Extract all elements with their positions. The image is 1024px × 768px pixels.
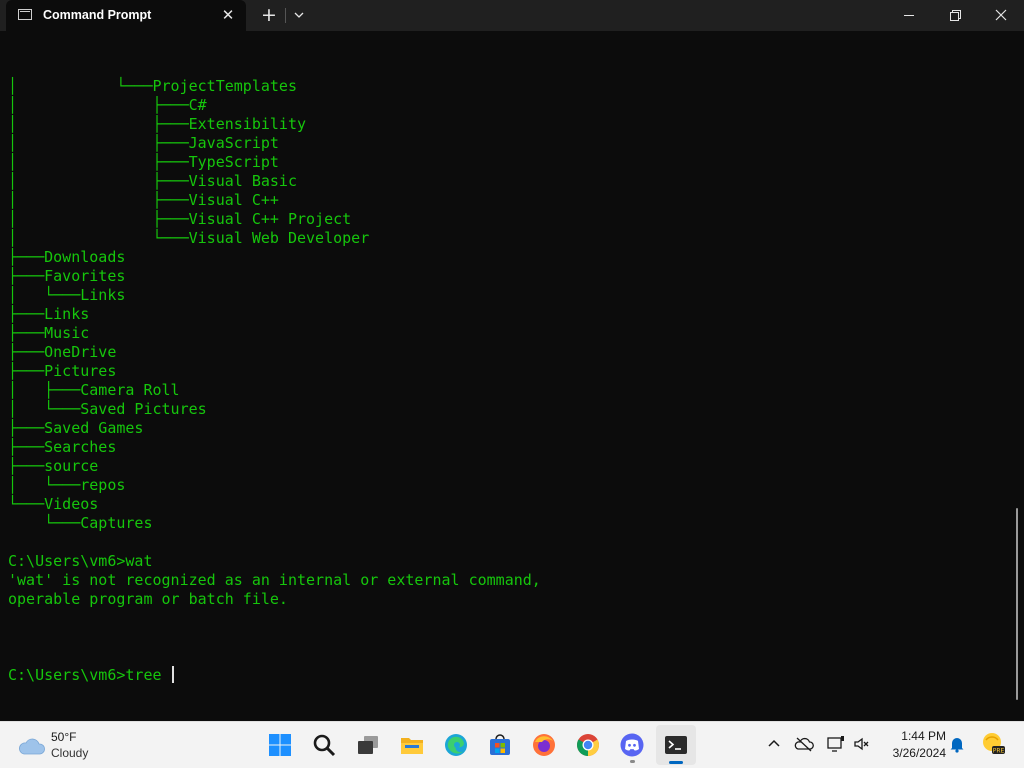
task-view-button[interactable] [348,725,388,765]
start-icon [269,734,291,756]
clock-time: 1:44 PM [901,729,946,743]
onedrive-icon[interactable] [794,734,814,754]
terminal-line: │ ├───Visual Basic [8,172,297,190]
maximize-button[interactable] [932,0,978,31]
tab-command-prompt[interactable]: Command Prompt ✕ [6,0,246,31]
minimize-button[interactable] [886,0,932,31]
weather-temperature: 50°F [51,730,77,744]
terminal-line: ├───Music [8,324,90,342]
chrome-icon [577,734,599,756]
terminal-line: operable program or batch file. [8,590,288,608]
new-tab-button[interactable]: + [258,4,280,26]
terminal-button[interactable] [656,725,696,765]
clock-date: 3/26/2024 [892,746,946,760]
edge-icon [445,734,467,756]
terminal-line: ├───Pictures [8,362,117,380]
terminal-line: ├───Downloads [8,248,126,266]
command-line[interactable]: C:\Users\vm6>tree [8,666,1008,685]
weather-condition: Cloudy [51,746,89,760]
copilot-pre-icon[interactable]: PRE [980,731,1006,757]
terminal-line: │ ├───Visual C++ Project [8,210,352,228]
terminal-line: │ ├───Extensibility [8,115,307,133]
firefox-button[interactable] [524,725,564,765]
discord-icon [620,733,644,757]
chevron-down-icon[interactable] [290,5,308,25]
file-explorer-icon [401,738,423,754]
command-prompt-icon [18,9,32,20]
firefox-icon [533,734,555,756]
discord-button[interactable] [612,725,652,765]
edge-button[interactable] [436,725,476,765]
chevron-up-icon[interactable] [764,734,784,754]
notification-bell-icon[interactable] [947,734,967,754]
tab-separator [285,8,286,23]
taskbar: 50°F Cloudy 1:44 PM 3/26/2024 PRE [0,721,1024,768]
cloud-icon [19,738,45,755]
terminal-line: ├───OneDrive [8,343,117,361]
terminal-line: │ └───repos [8,476,126,494]
terminal-line: │ ├───C# [8,96,207,114]
terminal-output[interactable]: │ └───ProjectTemplates │ ├───C# │ ├───Exte… [8,39,1008,709]
terminal-line: │ ├───Visual C++ [8,191,279,209]
terminal-line: │ ├───Camera Roll [8,381,180,399]
chrome-button[interactable] [568,725,608,765]
microsoft-store-button[interactable] [480,725,520,765]
running-indicator [630,760,635,763]
command-prompt: C:\Users\vm6> [8,666,126,684]
active-indicator [669,761,683,764]
command-input[interactable]: tree [125,666,170,684]
tab-title: Command Prompt [43,8,152,22]
display-icon[interactable] [826,734,846,754]
terminal-line: ├───Favorites [8,267,126,285]
microsoft-store-icon [490,734,510,755]
terminal-line: 'wat' is not recognized as an internal o… [8,571,541,589]
weather-widget[interactable]: 50°F Cloudy [14,728,114,764]
close-tab-icon[interactable]: ✕ [218,5,238,25]
terminal-icon [665,736,687,754]
search-button[interactable] [304,725,344,765]
speaker-muted-icon[interactable] [852,734,872,754]
scrollbar[interactable] [1016,508,1018,700]
terminal-line: ├───Searches [8,438,117,456]
terminal-line: ├───Links [8,305,90,323]
terminal-line: C:\Users\vm6>wat [8,552,153,570]
file-explorer-button[interactable] [392,725,432,765]
start-button[interactable] [260,725,300,765]
text-cursor [171,666,174,683]
terminal-line: └───Videos [8,495,99,513]
terminal-line: ├───source [8,457,99,475]
terminal-line: │ ├───JavaScript [8,134,279,152]
terminal-line: ├───Saved Games [8,419,144,437]
system-clock[interactable]: 1:44 PM 3/26/2024 [880,728,946,762]
terminal-line: │ ├───TypeScript [8,153,279,171]
close-window-button[interactable] [978,0,1024,31]
task-view-icon [358,736,378,754]
terminal-lines: │ └───ProjectTemplates │ ├───C# │ ├───Exte… [8,77,1008,628]
terminal-line: │ └───ProjectTemplates [8,77,297,95]
title-bar: Command Prompt ✕ + [0,0,1024,31]
terminal-line: │ └───Visual Web Developer [8,229,370,247]
svg-text:PRE: PRE [993,748,1005,755]
terminal-line: │ └───Saved Pictures [8,400,207,418]
terminal-line: │ └───Links [8,286,126,304]
search-icon [313,734,336,757]
terminal-line: └───Captures [8,514,153,532]
